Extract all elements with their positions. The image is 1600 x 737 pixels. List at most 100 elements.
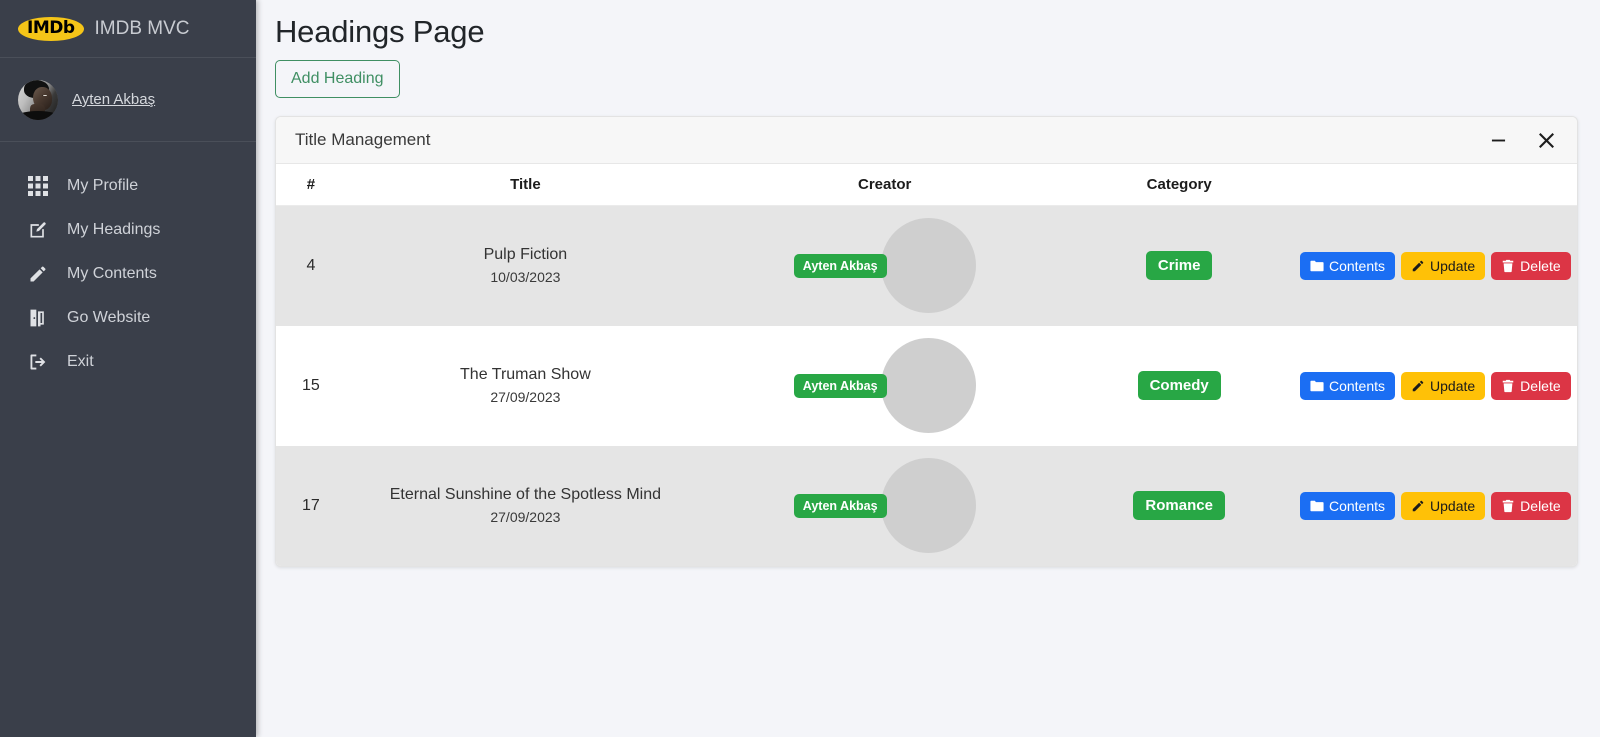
sidebar-item-my-profile[interactable]: My Profile — [0, 164, 256, 208]
cell-actions: Contents Update Delete — [1294, 206, 1577, 326]
pencil-icon — [26, 263, 50, 285]
app-root: IMDb IMDB MVC Ayten Akbaş My Profile My … — [0, 0, 1600, 737]
sidebar-item-my-headings[interactable]: My Headings — [0, 208, 256, 252]
cell-creator: Ayten Akbaş — [705, 326, 1064, 446]
update-button[interactable]: Update — [1401, 371, 1486, 400]
table-body: 4 Pulp Fiction 10/03/2023 Ayten Akbaş Cr… — [276, 205, 1577, 566]
page-title: Headings Page — [275, 14, 485, 49]
creator-avatar — [880, 218, 976, 314]
cell-title: The Truman Show 27/09/2023 — [346, 326, 705, 446]
table-row[interactable]: 15 The Truman Show 27/09/2023 Ayten Akba… — [276, 325, 1577, 446]
main-content: Headings Page Add Heading Title Manageme… — [256, 0, 1600, 737]
folder-icon — [1310, 260, 1324, 271]
card-title: Title Management — [295, 130, 431, 149]
update-button[interactable]: Update — [1401, 251, 1486, 280]
button-label: Update — [1430, 497, 1476, 514]
title-text: The Truman Show — [460, 366, 591, 383]
title-date: 10/03/2023 — [490, 269, 561, 286]
creator-badge: Ayten Akbaş — [793, 373, 887, 398]
category-badge: Romance — [1133, 491, 1225, 520]
title-management-card: Title Management # Title Creator Categor… — [275, 116, 1578, 567]
creator-badge: Ayten Akbaş — [793, 493, 887, 518]
sidebar-item-label: My Contents — [67, 265, 157, 282]
sidebar-item-label: My Profile — [67, 177, 139, 194]
table-row[interactable]: 4 Pulp Fiction 10/03/2023 Ayten Akbaş Cr… — [276, 205, 1577, 326]
category-badge: Comedy — [1137, 371, 1221, 400]
cell-category: Comedy — [1064, 326, 1294, 446]
card-header: Title Management — [276, 117, 1577, 164]
trash-icon — [1502, 259, 1514, 272]
title-date: 27/09/2023 — [490, 509, 561, 525]
grid-icon — [26, 175, 50, 197]
button-label: Update — [1430, 257, 1476, 274]
column-header-title: Title — [345, 164, 705, 206]
update-button[interactable]: Update — [1401, 491, 1486, 520]
title-text: Eternal Sunshine of the Spotless Mind — [389, 486, 662, 503]
button-label: Contents — [1328, 377, 1386, 394]
column-header-category: Category — [1064, 164, 1294, 206]
door-open-icon — [26, 307, 50, 329]
brand-title: IMDB MVC — [94, 17, 190, 39]
contents-button[interactable]: Contents — [1299, 491, 1396, 520]
close-icon[interactable] — [1537, 131, 1555, 149]
cell-category: Romance — [1064, 446, 1294, 566]
card-tools — [1489, 131, 1555, 149]
creator-avatar — [880, 338, 976, 433]
sidebar-item-my-contents[interactable]: My Contents — [0, 252, 256, 296]
category-badge: Crime — [1145, 251, 1213, 281]
sidebar-item-go-website[interactable]: Go Website — [0, 296, 256, 340]
sidebar-item-label: Exit — [67, 353, 94, 370]
cell-id: 15 — [302, 376, 320, 394]
title-text: Pulp Fiction — [483, 246, 568, 264]
brand-header[interactable]: IMDb IMDB MVC — [0, 0, 256, 58]
button-label: Delete — [1520, 257, 1561, 274]
contents-button[interactable]: Contents — [1299, 371, 1396, 400]
cell-actions: Contents Update Delete — [1294, 446, 1577, 566]
sidebar-item-label: My Headings — [67, 221, 161, 238]
pencil-icon — [1412, 380, 1424, 391]
delete-button[interactable]: Delete — [1491, 371, 1571, 400]
table-head: # Title Creator Category — [276, 164, 1577, 206]
folder-icon — [1310, 380, 1324, 391]
cell-id: 17 — [302, 496, 320, 514]
profile-name-link[interactable]: Ayten Akbaş — [72, 91, 155, 108]
table-header-row: # Title Creator Category — [276, 164, 1577, 206]
cell-creator: Ayten Akbaş — [705, 446, 1064, 566]
button-label: Delete — [1520, 497, 1561, 514]
sidebar-item-exit[interactable]: Exit — [0, 340, 256, 384]
creator-avatar — [880, 458, 976, 553]
sidebar-item-label: Go Website — [67, 309, 151, 326]
cell-id: 4 — [306, 256, 316, 274]
button-label: Delete — [1520, 377, 1561, 394]
pencil-icon — [1412, 260, 1424, 271]
cell-actions: Contents Update Delete — [1294, 326, 1577, 446]
column-header-id: # — [276, 164, 346, 206]
creator-badge: Ayten Akbaş — [793, 253, 887, 278]
table-row[interactable]: 17 Eternal Sunshine of the Spotless Mind… — [276, 445, 1577, 566]
cell-creator: Ayten Akbaş — [705, 206, 1064, 326]
sign-out-icon — [26, 351, 50, 373]
folder-icon — [1310, 500, 1324, 511]
cell-title: Pulp Fiction 10/03/2023 — [346, 206, 705, 326]
column-header-creator: Creator — [704, 164, 1065, 206]
pencil-icon — [1412, 500, 1424, 511]
delete-button[interactable]: Delete — [1491, 491, 1571, 520]
trash-icon — [1502, 379, 1514, 392]
add-heading-button[interactable]: Add Heading — [275, 60, 400, 98]
button-label: Update — [1430, 377, 1476, 394]
pen-to-square-icon — [26, 219, 50, 241]
profile-block[interactable]: Ayten Akbaş — [0, 58, 256, 142]
sidebar-nav: My Profile My Headings My Contents Go We… — [0, 142, 256, 384]
minimize-icon[interactable] — [1489, 131, 1507, 149]
cell-category: Crime — [1064, 206, 1294, 326]
button-label: Contents — [1328, 497, 1386, 514]
delete-button[interactable]: Delete — [1491, 251, 1571, 280]
contents-button[interactable]: Contents — [1299, 251, 1396, 280]
titles-table: # Title Creator Category 4 Pulp Fiction … — [276, 164, 1577, 566]
title-date: 27/09/2023 — [490, 389, 561, 405]
button-label: Contents — [1328, 257, 1386, 274]
sidebar: IMDb IMDB MVC Ayten Akbaş My Profile My … — [0, 0, 256, 737]
trash-icon — [1502, 499, 1514, 512]
column-header-actions — [1293, 164, 1577, 206]
imdb-logo-icon: IMDb — [18, 16, 84, 41]
